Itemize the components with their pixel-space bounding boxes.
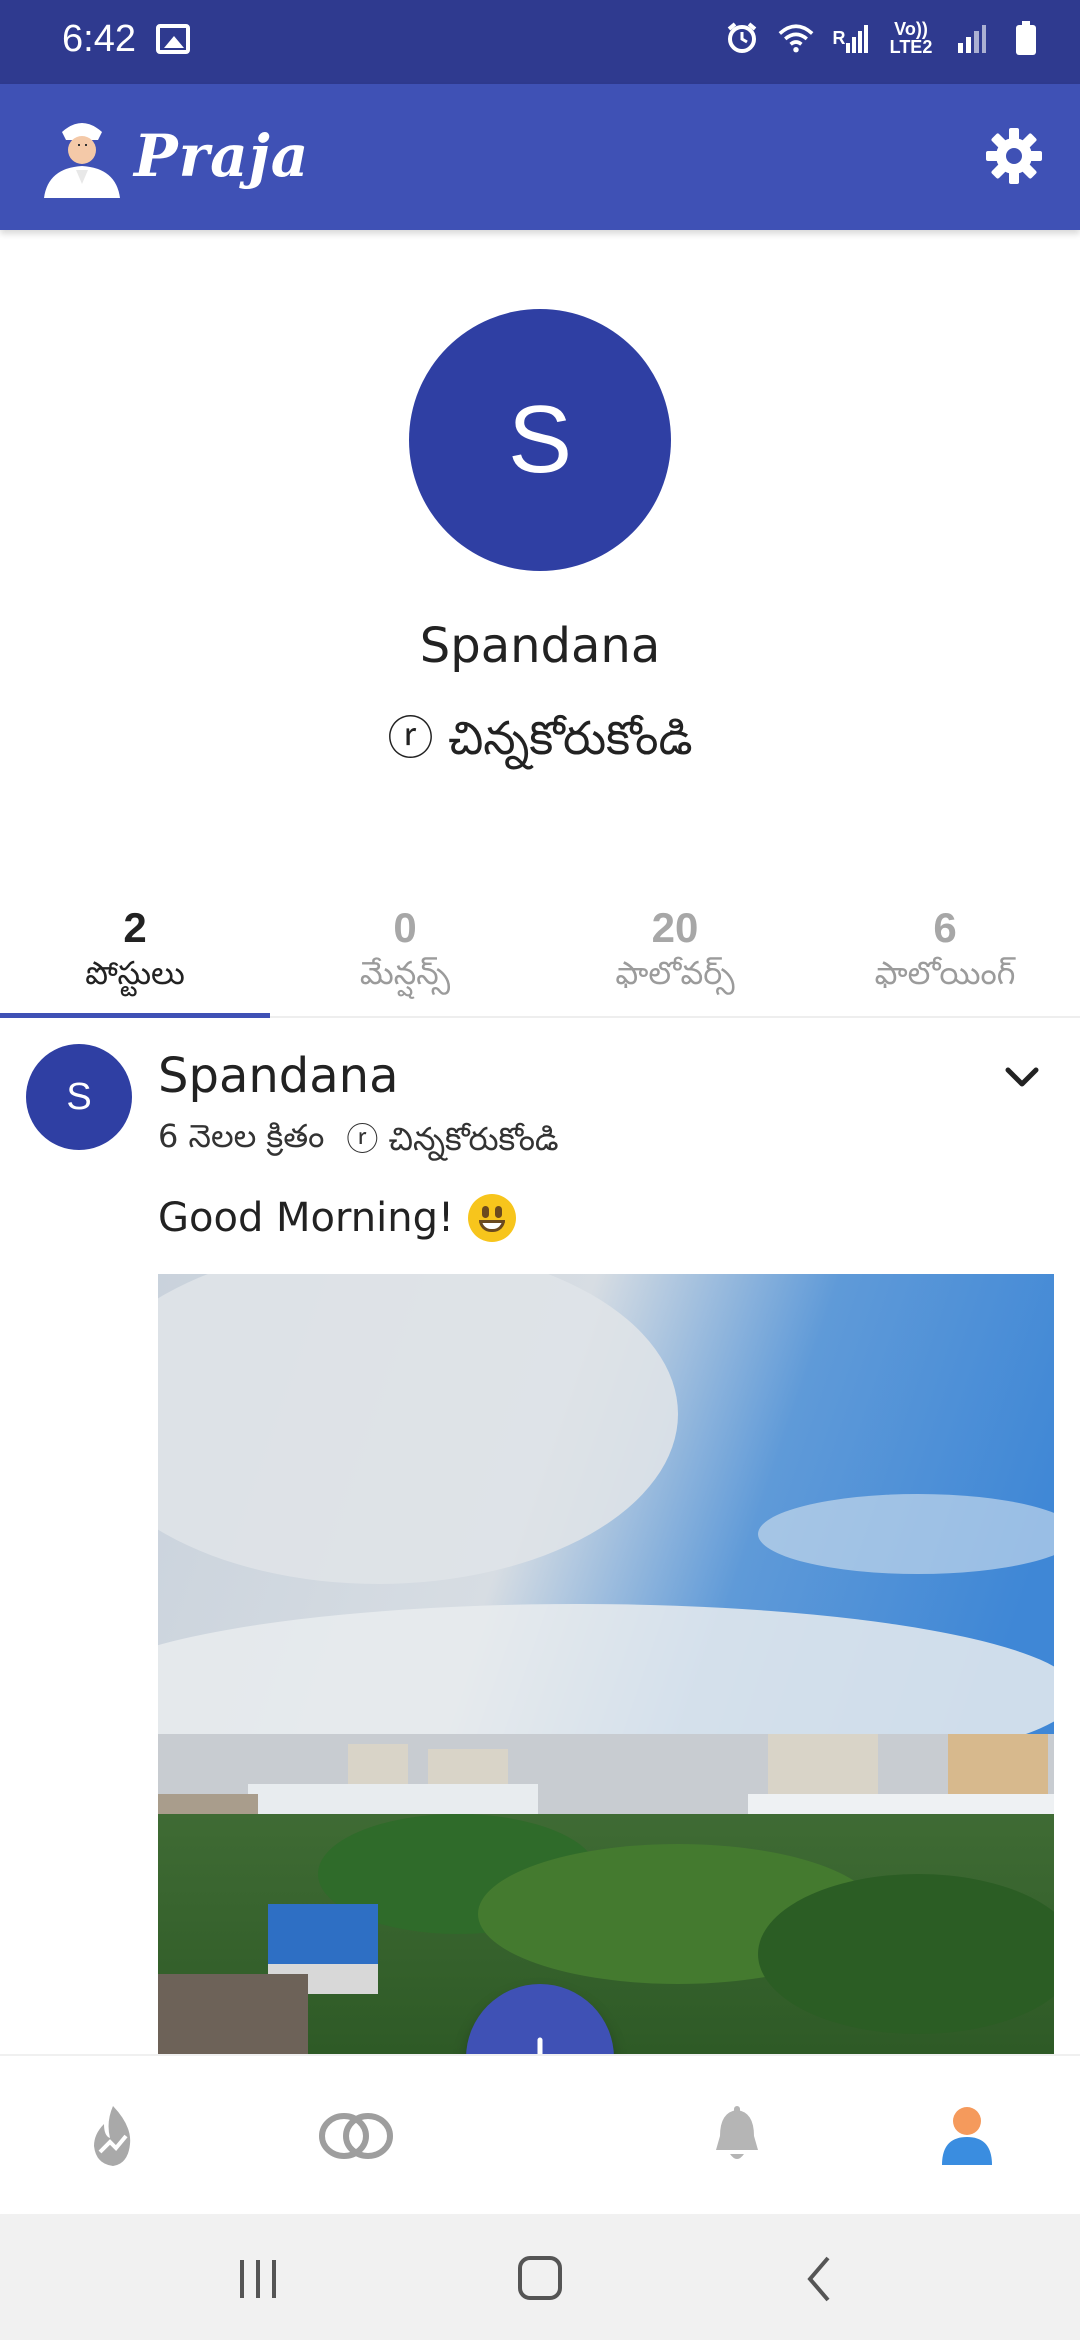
tab-following[interactable]: 6 ఫాలోయింగ్ <box>810 900 1080 1016</box>
gallery-notification-icon <box>156 24 190 54</box>
chevron-down-icon[interactable] <box>1000 1060 1044 1096</box>
status-icons: R Vo)) LTE2 <box>724 18 1044 58</box>
home-icon[interactable] <box>510 2254 570 2304</box>
post-image[interactable] <box>158 1274 1054 2054</box>
settings-gear-icon[interactable] <box>984 126 1044 186</box>
app-title: Praja <box>134 122 310 190</box>
tab-mentions[interactable]: 0 మేన్షన్స్ <box>270 900 540 1016</box>
signal-r-icon: R <box>832 18 868 58</box>
tab-label: ఫాలోవర్స్ <box>615 954 735 992</box>
profile-avatar[interactable]: S <box>409 309 671 571</box>
post-author-avatar[interactable]: S <box>26 1044 132 1150</box>
signal-icon <box>954 18 990 58</box>
post-author-name[interactable]: Spandana <box>158 1048 399 1104</box>
tab-label: ఫాలోయింగ్ <box>874 954 1016 992</box>
signal-r-label: R <box>832 28 846 48</box>
tab-count: 20 <box>651 904 699 951</box>
status-time: 6:42 <box>62 18 136 60</box>
system-navigation-bar <box>0 2214 1080 2340</box>
recent-apps-icon[interactable] <box>228 2254 288 2304</box>
trending-icon[interactable] <box>78 2096 148 2176</box>
post-time: 6 నెలల క్రితం <box>158 1117 325 1155</box>
tab-count: 2 <box>123 904 147 951</box>
volte-icon: Vo)) LTE2 <box>886 18 936 58</box>
circles-icon[interactable] <box>316 2096 396 2176</box>
post-text-content: Good Morning! <box>158 1195 455 1241</box>
tab-count: 0 <box>393 904 417 951</box>
tab-label: మేన్షన్స్ <box>359 954 451 992</box>
post-location: ⓡ చిన్నకోరుకోండి <box>346 1120 559 1158</box>
grinning-face-emoji-icon <box>468 1194 517 1242</box>
alarm-icon <box>724 18 760 58</box>
post-meta: 6 నెలల క్రితం ⓡ చిన్నకోరుకోండి <box>158 1114 559 1166</box>
praja-logo <box>40 114 124 198</box>
post-text: Good Morning! <box>158 1194 517 1242</box>
status-bar: 6:42 R Vo)) LTE2 <box>0 0 1080 84</box>
tab-followers[interactable]: 20 ఫాలోవర్స్ <box>540 900 810 1016</box>
profile-location: ⓡ చిన్నకోరుకోండి <box>387 711 693 765</box>
app-bar: Praja <box>0 84 1080 230</box>
back-icon[interactable] <box>790 2254 850 2304</box>
tab-count: 6 <box>933 904 957 951</box>
bell-icon[interactable] <box>702 2096 772 2176</box>
profile-tabs: 2 పోస్టులు 0 మేన్షన్స్ 20 ఫాలోవర్స్ 6 ఫా… <box>0 900 1080 1018</box>
volte-label-2: LTE2 <box>889 37 933 57</box>
volte-label-1: Vo)) <box>894 19 928 39</box>
tab-label: పోస్టులు <box>85 954 185 992</box>
wifi-icon <box>778 18 814 58</box>
profile-icon[interactable] <box>932 2096 1002 2176</box>
profile-name: Spandana <box>419 618 661 674</box>
bottom-nav <box>0 2054 1080 2214</box>
tab-posts[interactable]: 2 పోస్టులు <box>0 900 270 1018</box>
battery-icon <box>1008 18 1044 58</box>
